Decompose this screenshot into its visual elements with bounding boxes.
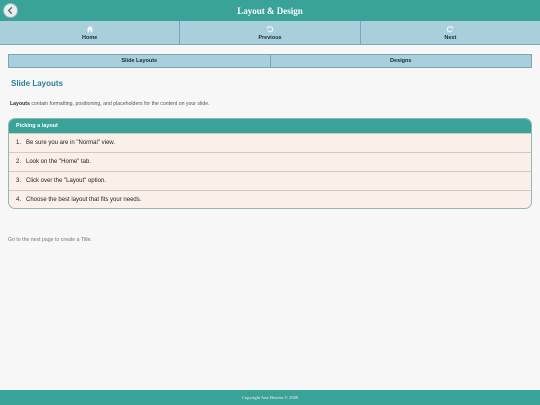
next-button[interactable]: Next	[361, 21, 540, 44]
redo-icon	[446, 25, 454, 34]
panel-title: Picking a layout	[9, 119, 531, 133]
back-button[interactable]	[3, 3, 18, 18]
intro-bold: Layouts	[10, 101, 30, 107]
undo-icon	[266, 25, 274, 34]
step-number: 4.	[16, 197, 22, 203]
list-item: 4. Choose the best layout that fits your…	[9, 190, 531, 208]
step-number: 3.	[16, 178, 22, 184]
previous-button[interactable]: Previous	[180, 21, 361, 44]
next-label: Next	[444, 34, 457, 41]
list-item: 1. Be sure you are in "Normal" view.	[9, 133, 531, 152]
title-bar: Layout & Design	[0, 0, 540, 21]
page-title: Layout & Design	[237, 5, 303, 16]
back-arrow-icon	[7, 7, 13, 14]
nav-bar: Home Previous Next	[0, 21, 540, 45]
home-button[interactable]: Home	[0, 21, 181, 44]
list-item: 2. Look on the "Home" tab.	[9, 152, 531, 171]
step-text: Look on the "Home" tab.	[26, 159, 91, 165]
list-item: 3. Click over the "Layout" option.	[9, 171, 531, 190]
home-icon	[86, 25, 94, 34]
step-text: Click over the "Layout" option.	[26, 178, 106, 184]
step-number: 1.	[16, 140, 22, 146]
previous-label: Previous	[258, 34, 282, 41]
intro-text: Layouts contain formatting, positioning,…	[10, 101, 210, 107]
copyright-text: Copyright Ana Herrera © 2009	[241, 395, 299, 400]
intro-rest: contain formatting, positioning, and pla…	[29, 101, 210, 107]
step-text: Choose the best layout that fits your ne…	[26, 197, 142, 203]
next-page-note: Go to the next page to create a Title.	[8, 237, 92, 243]
steps-panel: Picking a layout 1. Be sure you are in "…	[8, 118, 532, 209]
step-text: Be sure you are in "Normal" view.	[26, 140, 115, 146]
section-title: Slide Layouts	[11, 79, 64, 88]
tab-designs[interactable]: Designs	[271, 55, 532, 67]
tab-slide-layouts[interactable]: Slide Layouts	[9, 55, 271, 67]
step-number: 2.	[16, 159, 22, 165]
footer: Copyright Ana Herrera © 2009	[0, 390, 540, 405]
home-label: Home	[82, 34, 98, 41]
segmented-tabs: Slide Layouts Designs	[8, 54, 532, 68]
